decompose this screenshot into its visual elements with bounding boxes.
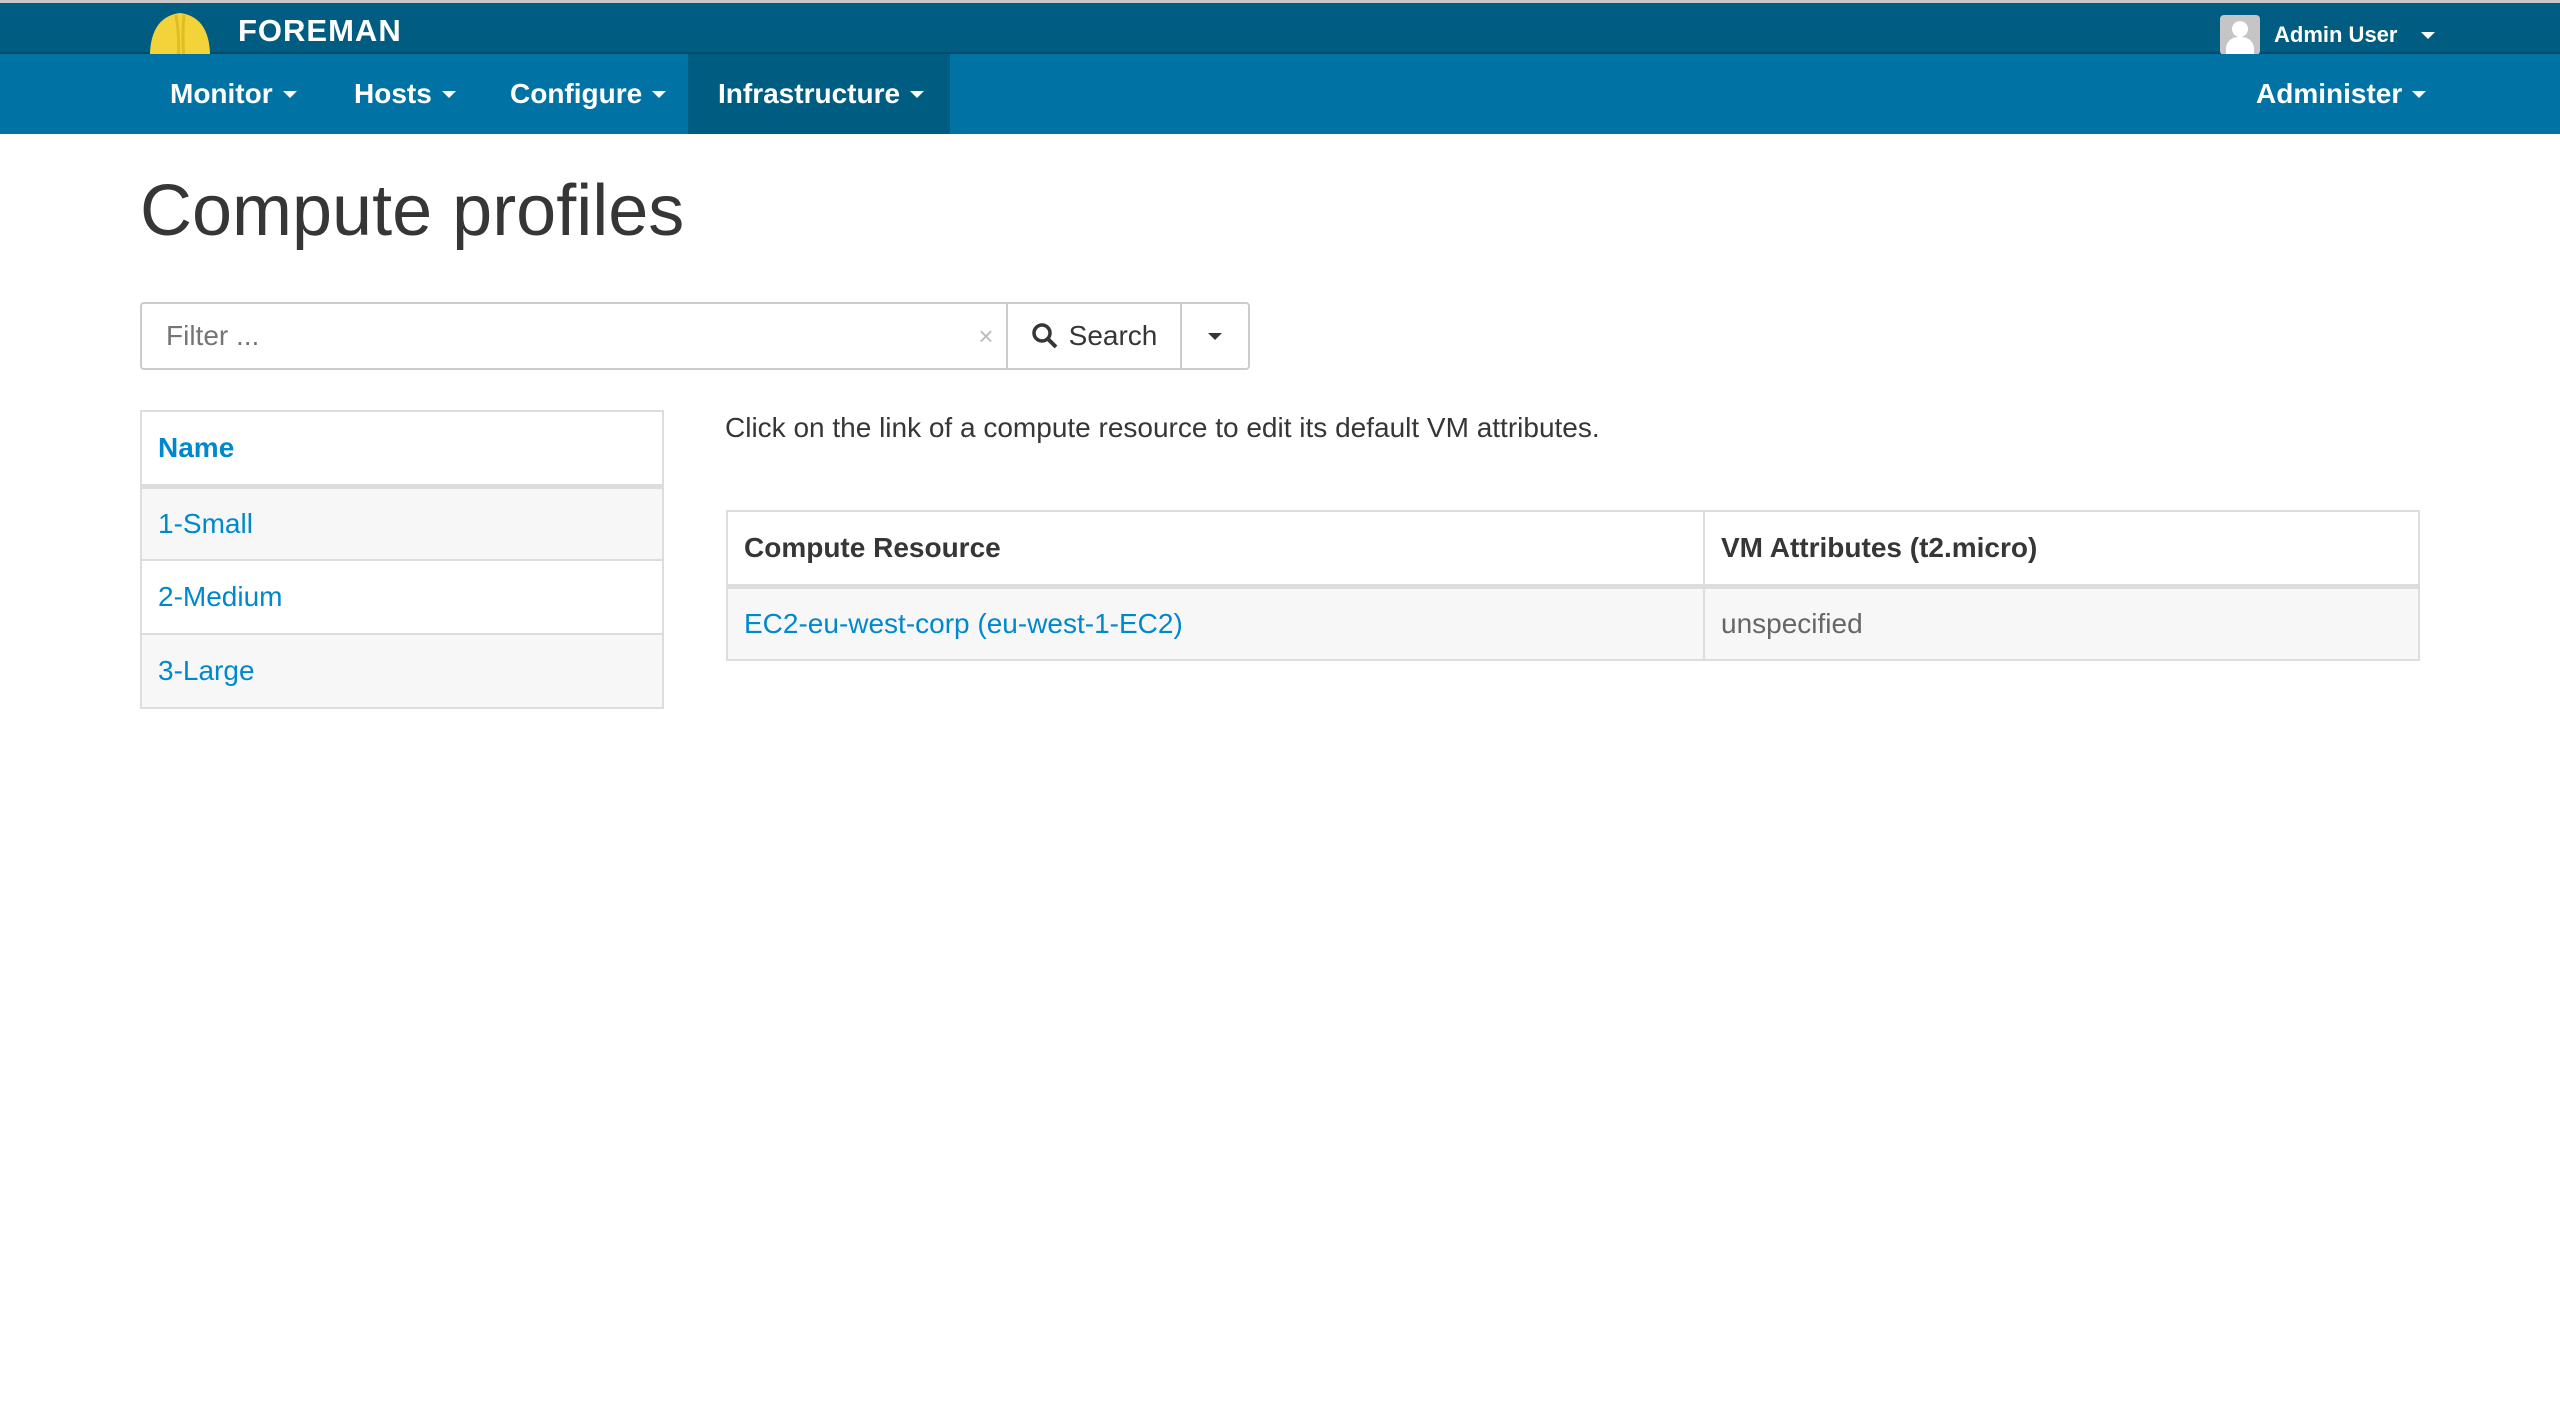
nav-configure[interactable]: Configure <box>480 54 696 134</box>
chevron-down-icon <box>2421 31 2436 39</box>
column-header: VM Attributes (t2.micro) <box>1703 510 2420 589</box>
search-icon <box>1031 323 1058 349</box>
nav-infrastructure[interactable]: Infrastructure <box>688 54 950 134</box>
column-header: Compute Resource <box>726 510 1705 589</box>
top-bar: FOREMAN Admin User <box>0 0 2560 72</box>
profile-link[interactable]: 1-Small <box>158 508 253 539</box>
nav-administer[interactable]: Administer <box>2226 54 2456 134</box>
table-row: 1-Small <box>140 485 664 561</box>
compute-resources-table: Compute Resource VM Attributes (t2.micro… <box>726 510 2420 661</box>
nav-label: Administer <box>2256 78 2403 109</box>
search-button[interactable]: Search <box>1006 304 1180 368</box>
table-row: EC2-eu-west-corp (eu-west-1-EC2) unspeci… <box>726 585 2420 661</box>
header-label: Name <box>158 431 235 463</box>
profile-link[interactable]: 2-Medium <box>158 581 282 612</box>
nav-hosts[interactable]: Hosts <box>324 54 486 134</box>
description-text: Click on the link of a compute resource … <box>725 412 1600 443</box>
chevron-down-icon <box>441 90 456 98</box>
search-bar: × Search <box>140 302 1250 370</box>
clear-icon[interactable]: × <box>966 304 1006 368</box>
nav-label: Infrastructure <box>718 78 901 109</box>
main-nav: Monitor Hosts Configure Infrastructure A… <box>0 54 2560 134</box>
compute-profiles-table: Name 1-Small 2-Medium 3-Large <box>140 410 664 709</box>
page-title: Compute profiles <box>140 171 685 251</box>
chevron-down-icon <box>1208 332 1222 340</box>
nav-label: Hosts <box>354 78 432 109</box>
user-menu[interactable]: Admin User <box>2220 15 2436 55</box>
nav-monitor[interactable]: Monitor <box>140 54 327 134</box>
compute-resource-link[interactable]: EC2-eu-west-corp (eu-west-1-EC2) <box>744 608 1183 639</box>
search-label: Search <box>1068 320 1158 351</box>
name-column-header[interactable]: Name <box>140 410 664 489</box>
table-row: 3-Large <box>140 633 664 709</box>
chevron-down-icon <box>282 90 297 98</box>
profile-link[interactable]: 3-Large <box>158 655 255 686</box>
nav-label: Configure <box>510 78 643 109</box>
search-input[interactable] <box>142 304 966 368</box>
table-row: 2-Medium <box>140 559 664 635</box>
avatar <box>2220 15 2260 55</box>
user-name: Admin User <box>2274 22 2398 47</box>
nav-label: Monitor <box>170 78 273 109</box>
bookmarks-dropdown-button[interactable] <box>1180 304 1248 368</box>
chevron-down-icon <box>2412 90 2427 98</box>
brand-name[interactable]: FOREMAN <box>238 13 402 49</box>
chevron-down-icon <box>910 90 925 98</box>
chevron-down-icon <box>652 90 667 98</box>
vm-attributes-cell: unspecified <box>1703 585 2420 661</box>
